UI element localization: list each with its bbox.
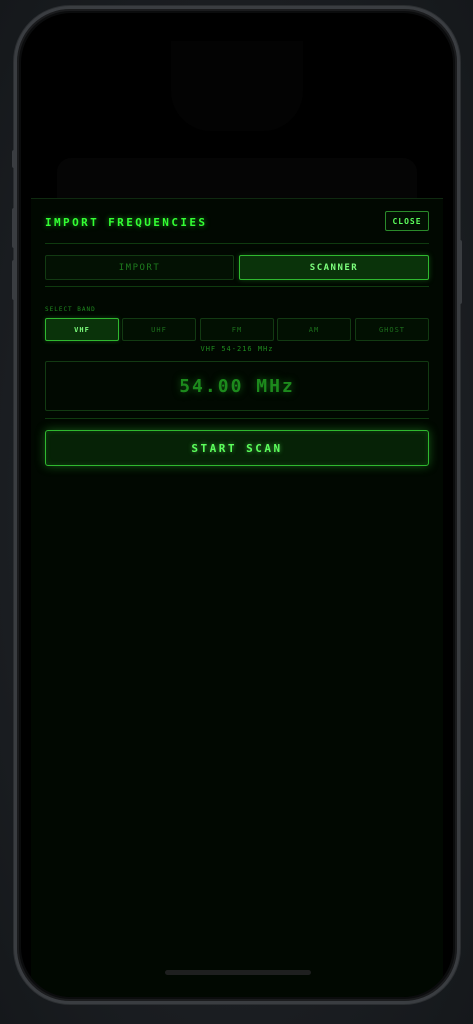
band-vhf-button[interactable]: VHF: [45, 318, 119, 341]
frequency-value: 54.00 MHz: [179, 375, 295, 397]
close-button[interactable]: CLOSE: [385, 211, 429, 231]
sheet-title: IMPORT FREQUENCIES: [45, 216, 208, 229]
tabs-divider: [45, 286, 429, 287]
band-fm-button[interactable]: FM: [200, 318, 274, 341]
phone-mute-switch: [12, 150, 16, 168]
frequency-display: 54.00 MHz: [45, 361, 429, 411]
band-ghost-button[interactable]: GHOST: [355, 318, 429, 341]
band-am-button[interactable]: AM: [277, 318, 351, 341]
display-divider: [45, 418, 429, 419]
start-scan-button[interactable]: START SCAN: [45, 430, 429, 466]
home-indicator: [165, 970, 311, 975]
phone-volume-down-button: [12, 260, 16, 300]
phone-screen: IMPORT FREQUENCIES CLOSE IMPORT SCANNER …: [21, 13, 453, 997]
phone-power-button: [458, 240, 462, 304]
tab-scanner[interactable]: SCANNER: [239, 255, 429, 280]
band-uhf-button[interactable]: UHF: [122, 318, 196, 341]
tab-import[interactable]: IMPORT: [45, 255, 234, 280]
phone-volume-up-button: [12, 208, 16, 248]
header-divider: [45, 243, 429, 244]
import-frequencies-sheet: IMPORT FREQUENCIES CLOSE IMPORT SCANNER …: [31, 198, 443, 997]
dynamic-island: [171, 41, 303, 131]
band-range-text: VHF 54-216 MHz: [200, 345, 274, 353]
select-band-label: SELECT BAND: [45, 306, 96, 313]
